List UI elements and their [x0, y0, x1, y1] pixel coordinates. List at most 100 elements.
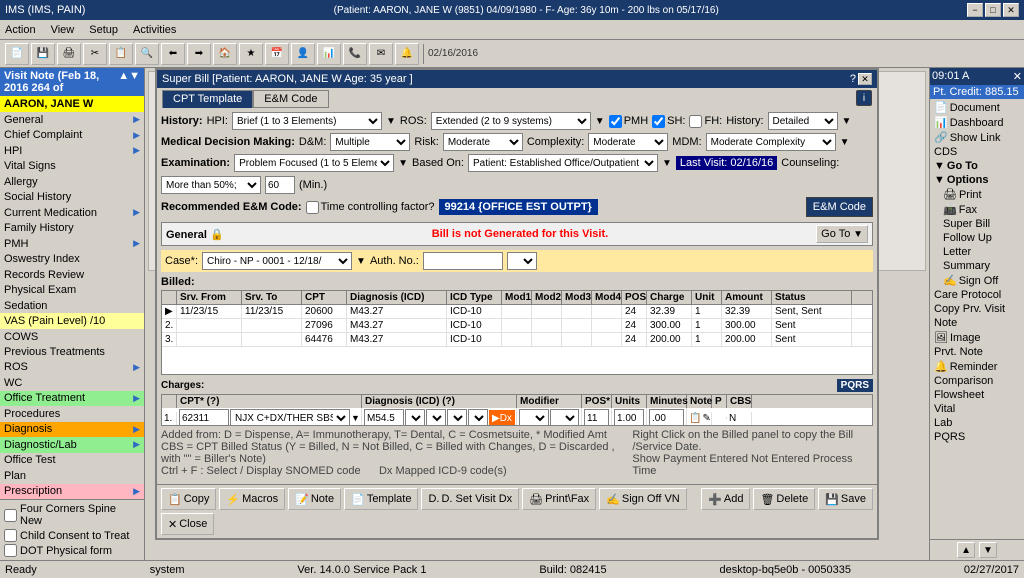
diag-select-1d[interactable]: [468, 409, 488, 426]
set-visit-dx-button[interactable]: D. D. Set Visit Dx: [421, 488, 519, 510]
right-item-super-bill[interactable]: Super Bill: [931, 217, 1023, 231]
toolbar-btn-4[interactable]: ✂: [83, 43, 107, 65]
toolbar-btn-8[interactable]: ➡: [187, 43, 211, 65]
child-consent-checkbox[interactable]: [4, 529, 17, 542]
right-item-show-link[interactable]: 🔗 Show Link: [931, 130, 1023, 145]
right-item-pqrs[interactable]: PQRS: [931, 430, 1023, 444]
toolbar-btn-13[interactable]: 📊: [317, 43, 341, 65]
sidebar-item-cows[interactable]: COWS: [0, 329, 144, 344]
right-item-vital[interactable]: Vital: [931, 402, 1023, 416]
sign-off-vn-button[interactable]: ✍ Sign Off VN: [599, 488, 687, 510]
right-item-goto[interactable]: ▼ Go To: [931, 159, 1023, 173]
menu-view[interactable]: View: [51, 24, 75, 36]
units-input-1[interactable]: [614, 409, 644, 426]
sidebar-item-ros[interactable]: ROS ▶: [0, 360, 144, 375]
right-item-flowsheet[interactable]: Flowsheet: [931, 388, 1023, 402]
maximize-btn[interactable]: □: [985, 3, 1001, 17]
close-btn[interactable]: ✕: [1003, 3, 1019, 17]
close-right-panel[interactable]: ✕: [1013, 70, 1022, 83]
mod-select-1b[interactable]: [550, 409, 580, 426]
right-item-copy-prv[interactable]: Copy Prv. Visit: [931, 302, 1023, 316]
sh-checkbox[interactable]: [652, 115, 665, 128]
sidebar-item-diagnostic-lab[interactable]: Diagnostic/Lab ▶: [0, 437, 144, 452]
right-item-prvt-note[interactable]: Prvt. Note: [931, 345, 1023, 359]
toolbar-btn-11[interactable]: 📅: [265, 43, 289, 65]
sidebar-item-social-history[interactable]: Social History: [0, 189, 144, 204]
pos-input-1[interactable]: [584, 409, 609, 426]
sidebar-item-records-review[interactable]: Records Review: [0, 267, 144, 282]
print-fax-button[interactable]: 🖨 Print\Fax: [522, 488, 596, 510]
dialog-help[interactable]: ?: [850, 73, 856, 85]
right-item-document[interactable]: 📄 Document: [931, 100, 1023, 115]
right-item-dashboard[interactable]: 📊 Dashboard: [931, 115, 1023, 130]
cpt-desc-select-1[interactable]: NJX C+DX/THER SBST EDI...: [230, 409, 350, 426]
sidebar-item-oswestry[interactable]: Oswestry Index: [0, 251, 144, 266]
toolbar-btn-10[interactable]: ★: [239, 43, 263, 65]
menu-setup[interactable]: Setup: [89, 24, 118, 36]
right-item-print[interactable]: 🖨 Print: [931, 187, 1023, 202]
based-on-select[interactable]: Patient: Established Office/Outpatient: [468, 154, 658, 172]
menu-action[interactable]: Action: [5, 24, 36, 36]
diag-select-1c[interactable]: [447, 409, 467, 426]
toolbar-btn-12[interactable]: 👤: [291, 43, 315, 65]
billed-row[interactable]: ▶ 11/23/15 11/23/15 20600 M43.27 ICD-10 …: [162, 305, 872, 319]
goto-button[interactable]: Go To ▼: [816, 225, 868, 243]
delete-button[interactable]: 🗑 Delete: [753, 488, 815, 510]
right-nav-down[interactable]: ▼: [979, 542, 997, 558]
counseling-select[interactable]: More than 50%;: [161, 176, 261, 194]
diag-input-1[interactable]: [364, 409, 404, 426]
sidebar-item-allergy[interactable]: Allergy: [0, 174, 144, 189]
em-code-button[interactable]: E&M Code: [806, 197, 873, 217]
complexity-select[interactable]: Moderate: [588, 133, 668, 151]
billed-row[interactable]: 3. 64476 M43.27 ICD-10 24 200.00: [162, 333, 872, 347]
tab-em-code[interactable]: E&M Code: [253, 90, 328, 108]
diag-select-1b[interactable]: [426, 409, 446, 426]
general-info-icon[interactable]: 🔒: [210, 229, 224, 241]
toolbar-btn-1[interactable]: 📄: [5, 43, 29, 65]
right-item-letter[interactable]: Letter: [931, 245, 1023, 259]
template-button[interactable]: 📄 Template: [344, 488, 418, 510]
right-nav-up[interactable]: ▲: [957, 542, 975, 558]
four-corners-checkbox[interactable]: [4, 509, 17, 522]
sidebar-item-diagnosis[interactable]: Diagnosis ▶: [0, 422, 144, 437]
right-item-follow-up[interactable]: Follow Up: [931, 231, 1023, 245]
mod-select-1[interactable]: [519, 409, 549, 426]
billed-row[interactable]: 2. 27096 M43.27 ICD-10 24 300.00: [162, 319, 872, 333]
dm-select[interactable]: Multiple: [330, 133, 410, 151]
right-item-lab[interactable]: Lab: [931, 416, 1023, 430]
save-button[interactable]: 💾 Save: [818, 488, 873, 510]
right-item-note[interactable]: Note: [931, 316, 1023, 330]
sidebar-item-family-history[interactable]: Family History: [0, 220, 144, 235]
copy-button[interactable]: 📋 Copy: [161, 488, 216, 510]
sidebar-item-vital-signs[interactable]: Vital Signs: [0, 158, 144, 173]
exam-select[interactable]: Problem Focused (1 to 5 Eleme...: [234, 154, 394, 172]
sidebar-item-procedures[interactable]: Procedures: [0, 406, 144, 421]
sidebar-item-prescription[interactable]: Prescription ▶: [0, 484, 144, 499]
sidebar-item-vas[interactable]: VAS (Pain Level) /10: [0, 313, 144, 328]
menu-activities[interactable]: Activities: [133, 24, 176, 36]
toolbar-btn-9[interactable]: 🏠: [213, 43, 237, 65]
sidebar-item-wc[interactable]: WC: [0, 375, 144, 390]
toolbar-btn-15[interactable]: ✉: [369, 43, 393, 65]
right-item-image[interactable]: 🖼 Image: [931, 330, 1023, 345]
right-item-fax[interactable]: 📠 Fax: [931, 202, 1023, 217]
dot-physical-checkbox[interactable]: [4, 544, 17, 557]
right-item-cds[interactable]: CDS: [931, 145, 1023, 159]
note-button[interactable]: 📝 Note: [288, 488, 341, 510]
sidebar-item-physical-exam[interactable]: Physical Exam: [0, 282, 144, 297]
auth-select[interactable]: [507, 252, 537, 270]
minimize-btn[interactable]: −: [967, 3, 983, 17]
right-item-comparison[interactable]: Comparison: [931, 374, 1023, 388]
sidebar-item-current-medication[interactable]: Current Medication ▶: [0, 205, 144, 220]
edit-icon-1[interactable]: ✎: [702, 413, 710, 424]
macros-button[interactable]: ⚡ Macros: [219, 488, 285, 510]
sidebar-item-plan[interactable]: Plan: [0, 468, 144, 483]
info-btn[interactable]: i: [856, 90, 872, 106]
sidebar-item-general[interactable]: General ▶: [0, 112, 144, 127]
sidebar-item-office-test[interactable]: Office Test: [0, 453, 144, 468]
case-select[interactable]: Chiro - NP - 0001 - 12/18/: [202, 252, 352, 270]
toolbar-btn-2[interactable]: 💾: [31, 43, 55, 65]
right-item-sign-off[interactable]: ✍ Sign Off: [931, 273, 1023, 288]
toolbar-btn-6[interactable]: 🔍: [135, 43, 159, 65]
min-input-1[interactable]: [649, 409, 684, 426]
